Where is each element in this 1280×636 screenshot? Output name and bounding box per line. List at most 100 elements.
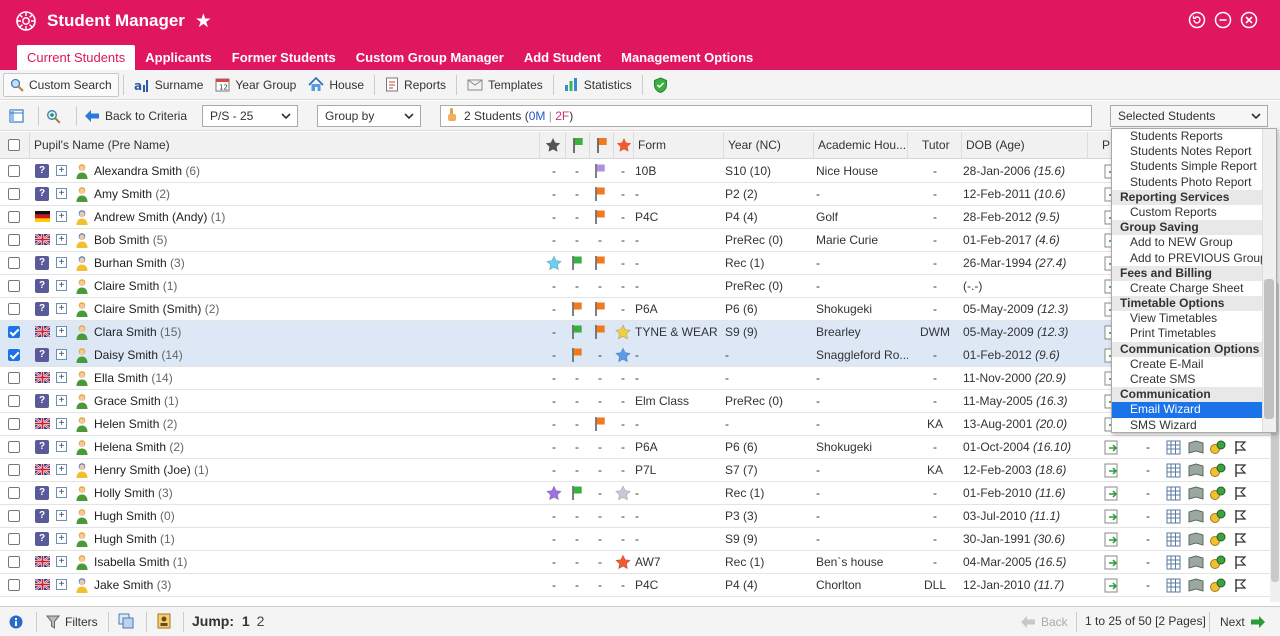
orange-star-mark[interactable]: - [614,574,632,596]
table-row[interactable]: + Clara Smith (15) - TYNE & WEAR S9 (9) Brear… [0,321,1272,344]
timetable-icon[interactable] [1166,578,1181,593]
pupil-name[interactable]: Grace Smith (1) [94,390,179,412]
shield-button[interactable] [647,73,679,97]
orange-flag-mark[interactable] [592,321,608,343]
menu-item-students-notes-report[interactable]: Students Notes Report [1112,144,1276,159]
green-flag-mark[interactable]: - [568,275,586,297]
pupil-name[interactable]: Ella Smith (14) [94,367,173,389]
pupil-name[interactable]: Amy Smith (2) [94,183,170,205]
export-icon[interactable] [1104,577,1120,593]
table-row[interactable]: ? + Daisy Smith (14) - - - - Snaggleford Ro... -… [0,344,1272,367]
green-flag-mark[interactable]: - [568,528,586,550]
year-group-button[interactable]: 12 Year Group [209,73,302,97]
row-checkbox[interactable] [8,257,20,269]
orange-flag-mark[interactable]: - [592,229,608,251]
menu-item-email-wizard[interactable]: Email Wizard [1112,402,1276,418]
close-icon[interactable] [1240,11,1258,29]
table-row[interactable]: ? + Claire Smith (Smith) (2) - - P6A P6 (6) Sho… [0,298,1272,321]
book-icon[interactable] [1188,463,1204,478]
expand-icon[interactable]: + [56,579,67,590]
coins-icon[interactable] [1210,532,1226,547]
expand-icon[interactable]: + [56,165,67,176]
star-mark[interactable]: - [546,344,562,366]
expand-icon[interactable]: + [56,395,67,406]
export-icon[interactable] [1104,508,1120,524]
orange-star-mark[interactable]: - [614,505,632,527]
tab-add-student[interactable]: Add Student [514,45,611,70]
pupil-name[interactable]: Holly Smith (3) [94,482,173,504]
expand-icon[interactable]: + [56,257,67,268]
menu-scrollbar[interactable] [1262,129,1276,432]
filters-button[interactable]: Filters [40,610,104,634]
menu-scrollbar-thumb[interactable] [1264,279,1274,419]
pupil-name[interactable]: Daisy Smith (14) [94,344,183,366]
menu-item-view-timetables[interactable]: View Timetables [1112,311,1276,326]
table-row[interactable]: + Ella Smith (14) - - - - - - - -11-Nov-2000 (20.… [0,367,1272,390]
star-mark[interactable] [546,252,562,274]
row-checkbox[interactable] [8,349,20,361]
orange-star-mark[interactable]: - [614,183,632,205]
orange-flag-mark[interactable]: - [592,505,608,527]
star-mark[interactable]: - [546,436,562,458]
expand-icon[interactable]: + [56,533,67,544]
menu-item-add-to-new-group[interactable]: Add to NEW Group [1112,235,1276,250]
table-row[interactable]: + Bob Smith (5) - - - - - PreRec (0) Marie Curie… [0,229,1272,252]
next-button[interactable]: Next [1214,610,1277,634]
orange-star-mark[interactable] [614,482,632,504]
star-mark[interactable]: - [546,183,562,205]
orange-flag-mark[interactable] [592,183,608,205]
expand-icon[interactable]: + [56,510,67,521]
row-checkbox[interactable] [8,441,20,453]
coins-icon[interactable] [1210,440,1226,455]
row-checkbox[interactable] [8,303,20,315]
row-checkbox[interactable] [8,280,20,292]
pupil-name[interactable]: Helen Smith (2) [94,413,177,435]
table-row[interactable]: + Isabella Smith (1) - - - AW7 Rec (1) Ben`s ho… [0,551,1272,574]
header-orange-flag-col[interactable] [590,132,614,159]
row-checkbox[interactable] [8,418,20,430]
menu-item-add-to-previous-group[interactable]: Add to PREVIOUS Group [1112,251,1276,266]
star-mark[interactable]: - [546,298,562,320]
table-row[interactable]: ? + Helena Smith (2) - - - - P6A P6 (6) Shokugeki… [0,436,1272,459]
id-card-button[interactable] [156,613,172,632]
star-mark[interactable]: - [546,390,562,412]
table-row[interactable]: ? + Grace Smith (1) - - - - Elm Class PreRec (0)… [0,390,1272,413]
orange-flag-mark[interactable] [592,160,608,182]
house-button[interactable]: House [302,73,370,97]
header-house[interactable]: Academic Hou... [814,132,908,159]
row-checkbox[interactable] [8,533,20,545]
row-checkbox[interactable] [8,464,20,476]
green-flag-mark[interactable]: - [568,413,586,435]
pupil-name[interactable]: Jake Smith (3) [94,574,171,596]
star-mark[interactable]: - [546,206,562,228]
orange-star-mark[interactable]: - [614,229,632,251]
expand-icon[interactable]: + [56,464,67,475]
pupil-name[interactable]: Claire Smith (1) [94,275,177,297]
expand-icon[interactable]: + [56,234,67,245]
surname-button[interactable]: a Surname [128,73,210,97]
timetable-icon[interactable] [1166,440,1181,455]
orange-star-mark[interactable]: - [614,252,632,274]
orange-flag-mark[interactable]: - [592,459,608,481]
orange-star-mark[interactable]: - [614,367,632,389]
menu-item-students-photo-report[interactable]: Students Photo Report [1112,175,1276,190]
page-1-link[interactable]: 1 [242,613,250,629]
orange-flag-mark[interactable]: - [592,344,608,366]
green-flag-mark[interactable]: - [568,160,586,182]
orange-star-mark[interactable] [614,321,632,343]
tab-current-students[interactable]: Current Students [17,45,136,70]
table-row[interactable]: ? + Amy Smith (2) - - - - P2 (2) - -12-Feb-2011 (… [0,183,1272,206]
menu-item-sms-wizard[interactable]: SMS Wizard [1112,418,1276,433]
orange-flag-mark[interactable]: - [592,528,608,550]
info-button[interactable] [8,613,24,633]
pennant-icon[interactable] [1233,440,1247,455]
menu-item-print-timetables[interactable]: Print Timetables [1112,326,1276,341]
table-row[interactable]: + Andrew Smith (Andy) (1) - - - P4C P4 (4) Golf… [0,206,1272,229]
orange-flag-mark[interactable] [592,206,608,228]
orange-star-mark[interactable]: - [614,436,632,458]
pupil-name[interactable]: Andrew Smith (Andy) (1) [94,206,225,228]
expand-icon[interactable]: + [56,441,67,452]
pupil-name[interactable]: Clara Smith (15) [94,321,181,343]
orange-star-mark[interactable]: - [614,459,632,481]
menu-item-create-sms[interactable]: Create SMS [1112,372,1276,387]
